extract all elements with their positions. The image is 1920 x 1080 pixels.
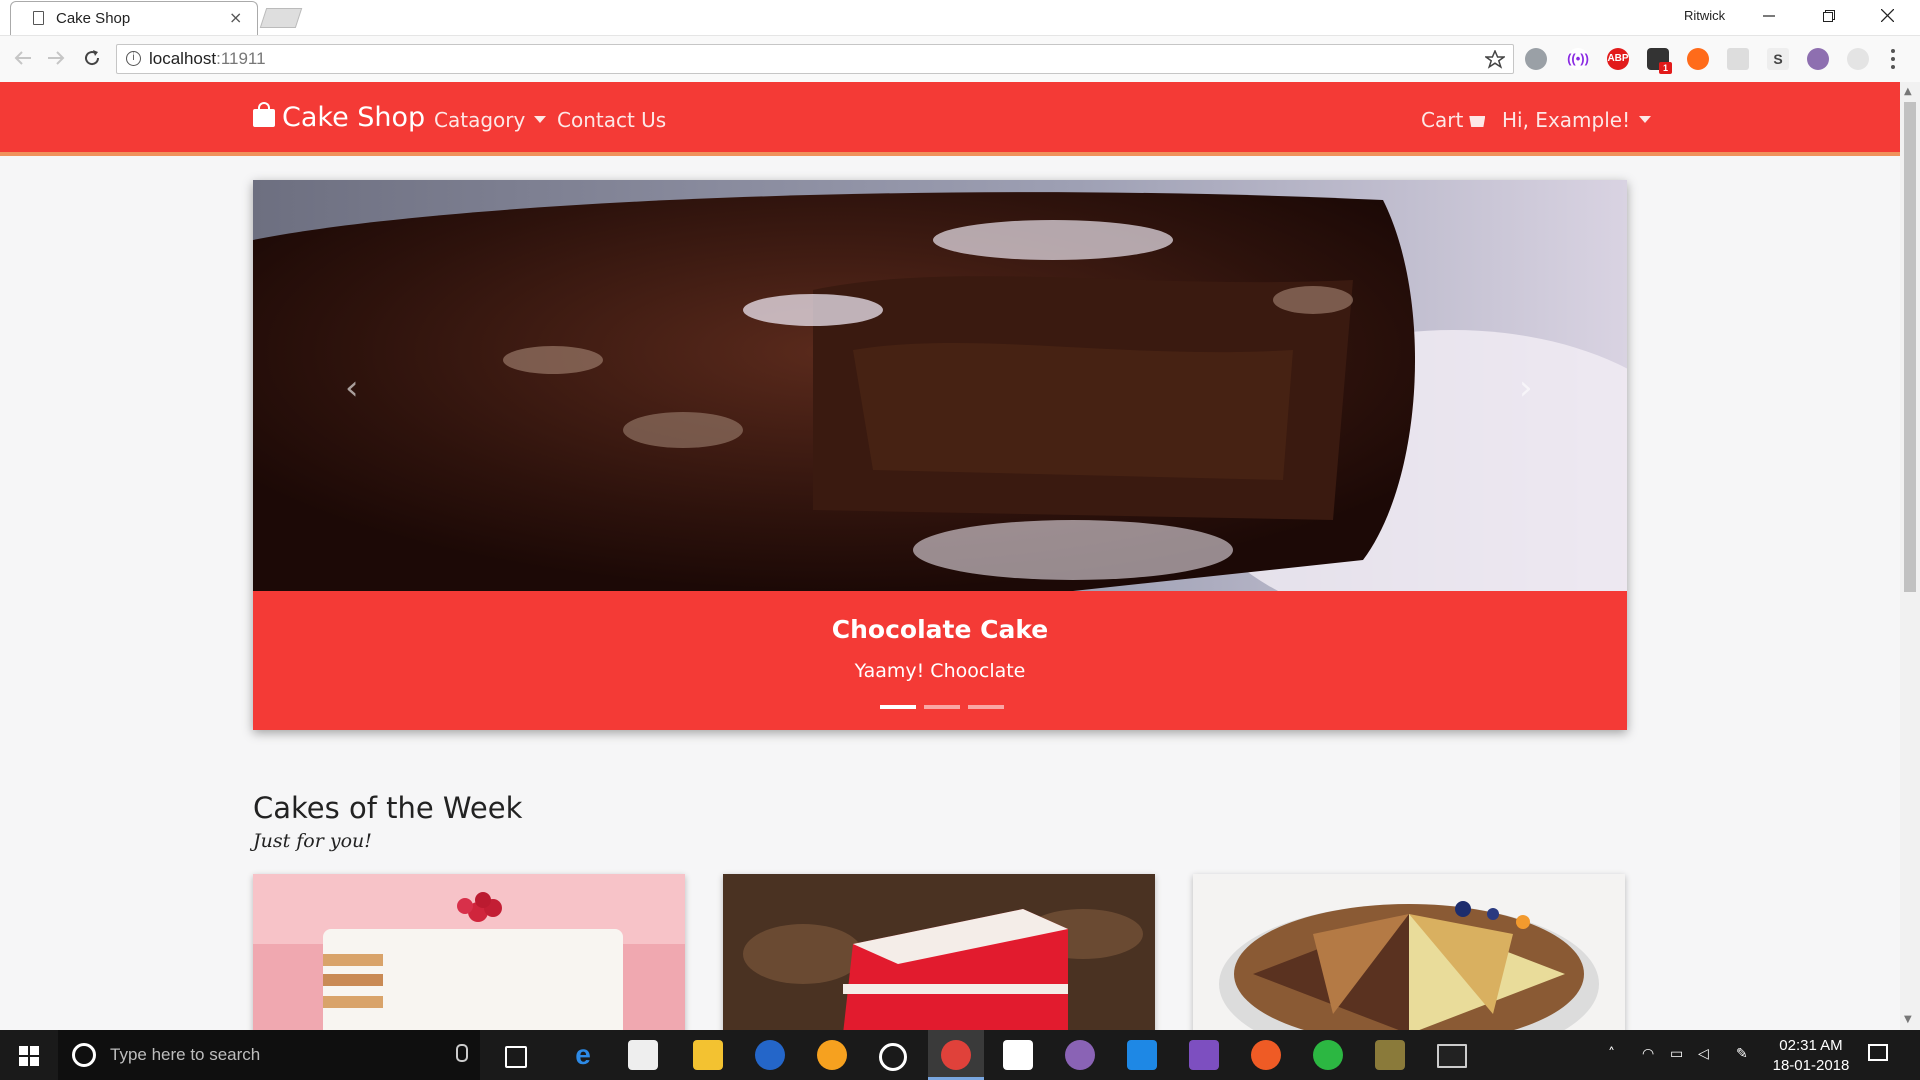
file-explorer-icon[interactable] [693, 1040, 723, 1070]
browser-toolbar: i localhost:11911 ((•)) ABP 1 S [0, 35, 1920, 83]
chocolate-cake-image [253, 180, 1627, 591]
search-placeholder: Type here to search [110, 1045, 261, 1064]
firefox-icon[interactable] [755, 1040, 785, 1070]
shopping-bag-icon [253, 102, 275, 127]
edge-icon[interactable]: e [568, 1040, 598, 1070]
slide-subtitle: Yaamy! Chooclate [854, 660, 1026, 682]
tray-chevron-icon[interactable]: ˄ [1608, 1046, 1615, 1062]
contact-us-link[interactable]: Contact Us [557, 108, 666, 132]
clock-date[interactable]: 18-01-2018 [1770, 1057, 1852, 1074]
site-info-icon[interactable]: i [126, 51, 141, 66]
new-tab-button[interactable] [259, 8, 303, 28]
page-viewport: Cake Shop Catagory Contact Us Cart Hi, E… [0, 82, 1900, 1030]
back-button[interactable] [13, 49, 33, 67]
carousel-next-button[interactable]: › [1519, 368, 1533, 408]
restore-button[interactable] [1806, 3, 1852, 31]
menu-icon[interactable] [1890, 48, 1896, 70]
orange-circle-icon[interactable] [1687, 48, 1709, 70]
slide-title: Chocolate Cake [831, 615, 1049, 644]
page-icon [33, 11, 44, 25]
store-icon[interactable] [628, 1040, 658, 1070]
grey-square-icon[interactable] [1727, 48, 1749, 70]
section-title: Cakes of the Week [253, 791, 523, 825]
close-window-button[interactable] [1864, 3, 1910, 31]
brand-link[interactable]: Cake Shop [253, 102, 425, 133]
notification-badge: 1 [1659, 62, 1672, 74]
url-text[interactable]: localhost:11911 [149, 49, 266, 69]
close-icon [1880, 8, 1894, 23]
github-desktop-icon[interactable] [1065, 1040, 1095, 1070]
red-velvet-cake-image [723, 874, 1155, 1030]
raspberry-layer-cake-image [253, 874, 685, 1030]
cake-card[interactable] [1193, 874, 1625, 1030]
volume-icon[interactable]: ◁ [1698, 1046, 1709, 1062]
section-subtitle: Just for you! [253, 830, 372, 852]
carousel-prev-button[interactable]: ‹ [345, 368, 359, 408]
category-dropdown[interactable]: Catagory [434, 108, 547, 132]
carousel-indicator[interactable] [924, 705, 960, 709]
microphone-icon[interactable] [456, 1044, 468, 1062]
scrollbar-thumb[interactable] [1904, 102, 1916, 592]
assorted-cheesecake-image [1193, 874, 1625, 1030]
whatsapp-icon[interactable] [1313, 1040, 1343, 1070]
pen-icon[interactable]: ✎ [1736, 1046, 1748, 1062]
task-view-icon[interactable] [505, 1046, 527, 1068]
featured-carousel: ‹ › Chocolate Cake Yaamy! Chooclate [253, 180, 1627, 730]
carousel-indicator[interactable] [968, 705, 1004, 709]
cart-link[interactable]: Cart [1421, 108, 1486, 132]
windows-taskbar: Type here to search e ˄ ◠ ▭ ◁ ✎ 02:31 AM… [0, 1030, 1920, 1080]
battery-icon[interactable]: ▭ [1670, 1046, 1683, 1062]
clock-time[interactable]: 02:31 AM [1776, 1037, 1846, 1054]
site-navbar: Cake Shop Catagory Contact Us Cart Hi, E… [0, 82, 1900, 156]
chrome-icon[interactable] [941, 1040, 971, 1070]
carousel-indicator[interactable] [880, 705, 916, 709]
scroll-up-icon[interactable]: ▲ [1904, 86, 1912, 97]
reload-button[interactable] [82, 48, 102, 68]
caret-down-icon [1639, 116, 1652, 123]
cortana-icon[interactable] [72, 1043, 96, 1067]
wifi-icon[interactable]: ◠ [1642, 1046, 1654, 1062]
windows-start-icon[interactable] [19, 1046, 39, 1066]
carousel-caption: Chocolate Cake Yaamy! Chooclate [253, 591, 1627, 730]
page-scrollbar[interactable]: ▲ ▼ [1900, 82, 1920, 1030]
build-tool-icon[interactable] [1375, 1040, 1405, 1070]
action-center-icon[interactable] [1868, 1044, 1888, 1061]
carousel-indicators [880, 694, 1012, 713]
groove-music-icon[interactable] [879, 1043, 907, 1071]
postman-icon[interactable] [1251, 1040, 1281, 1070]
taskbar-search-box[interactable]: Type here to search [58, 1030, 480, 1080]
terminal-icon[interactable] [1437, 1044, 1467, 1068]
tab-title: Cake Shop [56, 10, 131, 27]
minimize-button[interactable] [1746, 3, 1792, 31]
s-icon[interactable]: S [1767, 48, 1789, 70]
broadcast-icon[interactable]: ((•)) [1567, 48, 1589, 70]
tab-close-icon[interactable]: × [229, 8, 242, 27]
scroll-down-icon[interactable]: ▼ [1904, 1014, 1912, 1025]
caret-down-icon [534, 116, 547, 123]
restore-icon [1823, 10, 1835, 22]
cart-icon [1469, 116, 1486, 127]
user-menu-dropdown[interactable]: Hi, Example! [1502, 108, 1652, 132]
forward-button[interactable] [46, 49, 66, 67]
grey-person-icon[interactable] [1847, 48, 1869, 70]
adblock-plus-icon[interactable]: ABP [1607, 48, 1629, 70]
browser-tab-strip: Cake Shop × Ritwick [0, 0, 1920, 35]
cloud-sync-icon[interactable] [1525, 48, 1547, 70]
chrome-canary-icon[interactable] [817, 1040, 847, 1070]
visual-studio-icon[interactable] [1189, 1040, 1219, 1070]
vscode-icon[interactable] [1127, 1040, 1157, 1070]
browser-tab[interactable]: Cake Shop × [10, 1, 258, 35]
octocat-icon[interactable] [1807, 48, 1829, 70]
brand-text: Cake Shop [282, 102, 426, 133]
profile-name[interactable]: Ritwick [1684, 8, 1725, 23]
movie-maker-icon[interactable] [1003, 1040, 1033, 1070]
address-bar[interactable]: i localhost:11911 [116, 44, 1514, 74]
cake-card[interactable] [253, 874, 685, 1030]
bookmark-star-icon[interactable] [1485, 50, 1505, 70]
minimize-icon [1763, 15, 1775, 17]
cake-card[interactable] [723, 874, 1155, 1030]
